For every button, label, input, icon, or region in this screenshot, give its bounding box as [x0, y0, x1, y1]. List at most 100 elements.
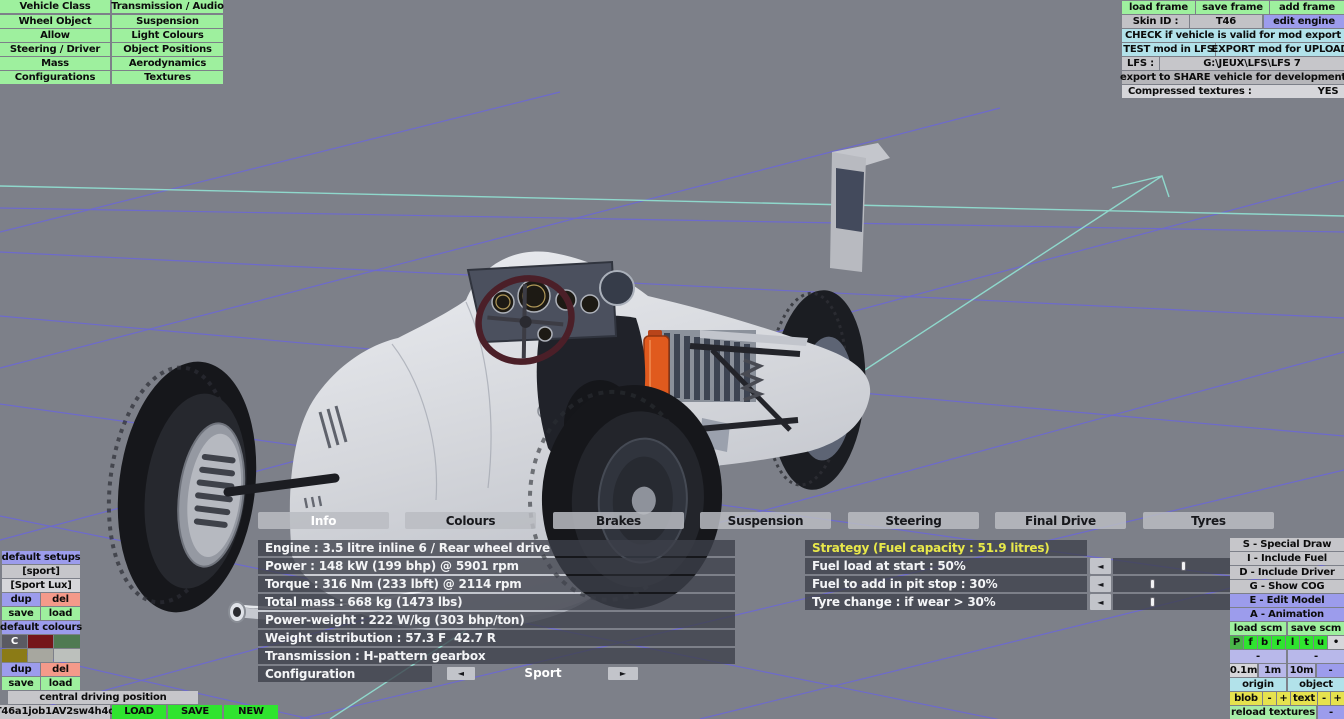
- letter-button-b[interactable]: b: [1258, 636, 1271, 649]
- blob-plus-button[interactable]: +: [1277, 692, 1290, 705]
- minus-button-left[interactable]: -: [1230, 650, 1286, 663]
- setup-dup-button[interactable]: dup: [2, 593, 40, 606]
- load-frame-button[interactable]: load frame: [1122, 1, 1195, 14]
- fuel-load-slider[interactable]: [1113, 558, 1230, 574]
- setup-save-button[interactable]: save: [2, 607, 40, 620]
- tab-info[interactable]: Info: [258, 512, 389, 529]
- menu-allow[interactable]: Allow: [0, 29, 110, 42]
- lfs-path-value[interactable]: G:\JEUX\LFS\LFS 7: [1160, 57, 1344, 70]
- menu-mass[interactable]: Mass: [0, 57, 110, 70]
- edit-engine-button[interactable]: edit engine: [1264, 15, 1344, 28]
- letter-button-t[interactable]: t: [1300, 636, 1313, 649]
- configuration-next-button[interactable]: ►: [608, 667, 638, 680]
- add-frame-button[interactable]: add frame: [1270, 1, 1344, 14]
- blob-button[interactable]: blob: [1230, 692, 1262, 705]
- tyre-change-decrease-button[interactable]: ◄: [1090, 594, 1111, 610]
- tab-suspension[interactable]: Suspension: [700, 512, 831, 529]
- colour-dup-button[interactable]: dup: [2, 663, 40, 676]
- save-scm-button[interactable]: save scm: [1288, 622, 1344, 635]
- tab-final-drive[interactable]: Final Drive: [995, 512, 1126, 529]
- letter-button-r[interactable]: r: [1272, 636, 1285, 649]
- colour-slot-warmgray[interactable]: [28, 649, 53, 662]
- reload-textures-button[interactable]: reload textures: [1230, 706, 1316, 719]
- tab-colours[interactable]: Colours: [405, 512, 536, 529]
- menu-vehicle-class[interactable]: Vehicle Class: [0, 0, 110, 13]
- fuel-load-slider-thumb[interactable]: [1181, 561, 1186, 571]
- menu-transmission-audio[interactable]: Transmission / Audio: [111, 0, 224, 13]
- configuration-prev-button[interactable]: ◄: [447, 667, 475, 680]
- configuration-value: Sport: [524, 666, 562, 680]
- grid-scale-01m[interactable]: 0.1m: [1230, 664, 1257, 677]
- setup-slot-sport[interactable]: [sport]: [2, 565, 80, 578]
- grid-scale-1m[interactable]: 1m: [1259, 664, 1286, 677]
- toggle-include-driver[interactable]: D - Include Driver: [1230, 566, 1344, 579]
- tyre-change-slider-thumb[interactable]: [1150, 597, 1155, 607]
- dot-button[interactable]: •: [1328, 636, 1344, 649]
- colour-save-button[interactable]: save: [2, 677, 40, 690]
- vehicle-load-button[interactable]: LOAD: [112, 705, 166, 719]
- colour-slot-maroon[interactable]: [28, 635, 53, 648]
- colour-slot-green[interactable]: [54, 635, 80, 648]
- vehicle-new-button[interactable]: NEW: [224, 705, 278, 719]
- menu-light-colours[interactable]: Light Colours: [112, 29, 223, 42]
- text-minus-button[interactable]: -: [1318, 692, 1330, 705]
- menu-steering-driver[interactable]: Steering / Driver: [0, 43, 110, 56]
- object-button[interactable]: object: [1288, 678, 1344, 691]
- default-colours-button[interactable]: default colours: [0, 621, 82, 634]
- toggle-edit-model[interactable]: E - Edit Model: [1230, 594, 1344, 607]
- pit-fuel-slider[interactable]: [1113, 576, 1230, 592]
- menu-aerodynamics[interactable]: Aerodynamics: [112, 57, 223, 70]
- colour-slot-olive[interactable]: [2, 649, 27, 662]
- toggle-special-draw[interactable]: S - Special Draw: [1230, 538, 1344, 551]
- default-setups-button[interactable]: default setups: [2, 551, 81, 564]
- menu-wheel-object[interactable]: Wheel Object: [0, 15, 110, 28]
- driving-position-button[interactable]: central driving position: [8, 691, 198, 704]
- grid-scale-10m[interactable]: 10m: [1288, 664, 1315, 677]
- menu-object-positions[interactable]: Object Positions: [112, 43, 223, 56]
- blob-minus-button[interactable]: -: [1263, 692, 1276, 705]
- save-frame-button[interactable]: save frame: [1196, 1, 1269, 14]
- fuel-load-label: Fuel load at start : 50%: [805, 558, 1087, 574]
- letter-button-l[interactable]: l: [1286, 636, 1299, 649]
- toggle-animation[interactable]: A - Animation: [1230, 608, 1344, 621]
- colour-load-button[interactable]: load: [41, 677, 80, 690]
- toggle-show-cog[interactable]: G - Show COG: [1230, 580, 1344, 593]
- menu-configurations[interactable]: Configurations: [0, 71, 110, 84]
- menu-textures[interactable]: Textures: [112, 71, 223, 84]
- colour-slot-current[interactable]: C: [2, 635, 27, 648]
- share-vehicle-button[interactable]: export to SHARE vehicle for development: [1120, 71, 1344, 84]
- colour-del-button[interactable]: del: [41, 663, 80, 676]
- tab-tyres[interactable]: Tyres: [1143, 512, 1274, 529]
- export-mod-button[interactable]: EXPORT mod for UPLOAD: [1211, 43, 1344, 56]
- vehicle-save-button[interactable]: SAVE: [168, 705, 222, 719]
- test-mod-button[interactable]: TEST mod in LFS: [1122, 43, 1215, 56]
- letter-button-f[interactable]: f: [1244, 636, 1257, 649]
- tab-brakes[interactable]: Brakes: [553, 512, 684, 529]
- menu-suspension[interactable]: Suspension: [112, 15, 223, 28]
- info-power-weight: Power-weight : 222 W/kg (303 bhp/ton): [258, 612, 735, 628]
- vehicle-code-field[interactable]: T46a1job1AV2sw4h4d: [0, 705, 115, 719]
- pit-fuel-slider-thumb[interactable]: [1150, 579, 1155, 589]
- fuel-load-decrease-button[interactable]: ◄: [1090, 558, 1111, 574]
- tab-steering[interactable]: Steering: [848, 512, 979, 529]
- setup-load-button[interactable]: load: [41, 607, 80, 620]
- setup-del-button[interactable]: del: [41, 593, 80, 606]
- letter-button-p[interactable]: P: [1230, 636, 1243, 649]
- pit-fuel-decrease-button[interactable]: ◄: [1090, 576, 1111, 592]
- colour-slot-lightgray[interactable]: [54, 649, 80, 662]
- text-button[interactable]: text: [1291, 692, 1317, 705]
- skin-id-value[interactable]: T46: [1190, 15, 1262, 28]
- tyre-change-slider[interactable]: [1113, 594, 1230, 610]
- grid-scale-minus[interactable]: -: [1317, 664, 1344, 677]
- origin-button[interactable]: origin: [1230, 678, 1286, 691]
- load-scm-button[interactable]: load scm: [1230, 622, 1286, 635]
- letter-button-u[interactable]: u: [1314, 636, 1327, 649]
- setup-slot-sport-lux[interactable]: [Sport Lux]: [2, 579, 80, 592]
- configuration-label: Configuration: [258, 666, 432, 682]
- toggle-include-fuel[interactable]: I - Include Fuel: [1230, 552, 1344, 565]
- compressed-textures-toggle[interactable]: YES: [1312, 85, 1344, 98]
- text-plus-button[interactable]: +: [1331, 692, 1344, 705]
- reload-minus-button[interactable]: -: [1318, 706, 1344, 719]
- minus-button-right[interactable]: -: [1288, 650, 1344, 663]
- check-valid-button[interactable]: CHECK if vehicle is valid for mod export: [1122, 29, 1344, 42]
